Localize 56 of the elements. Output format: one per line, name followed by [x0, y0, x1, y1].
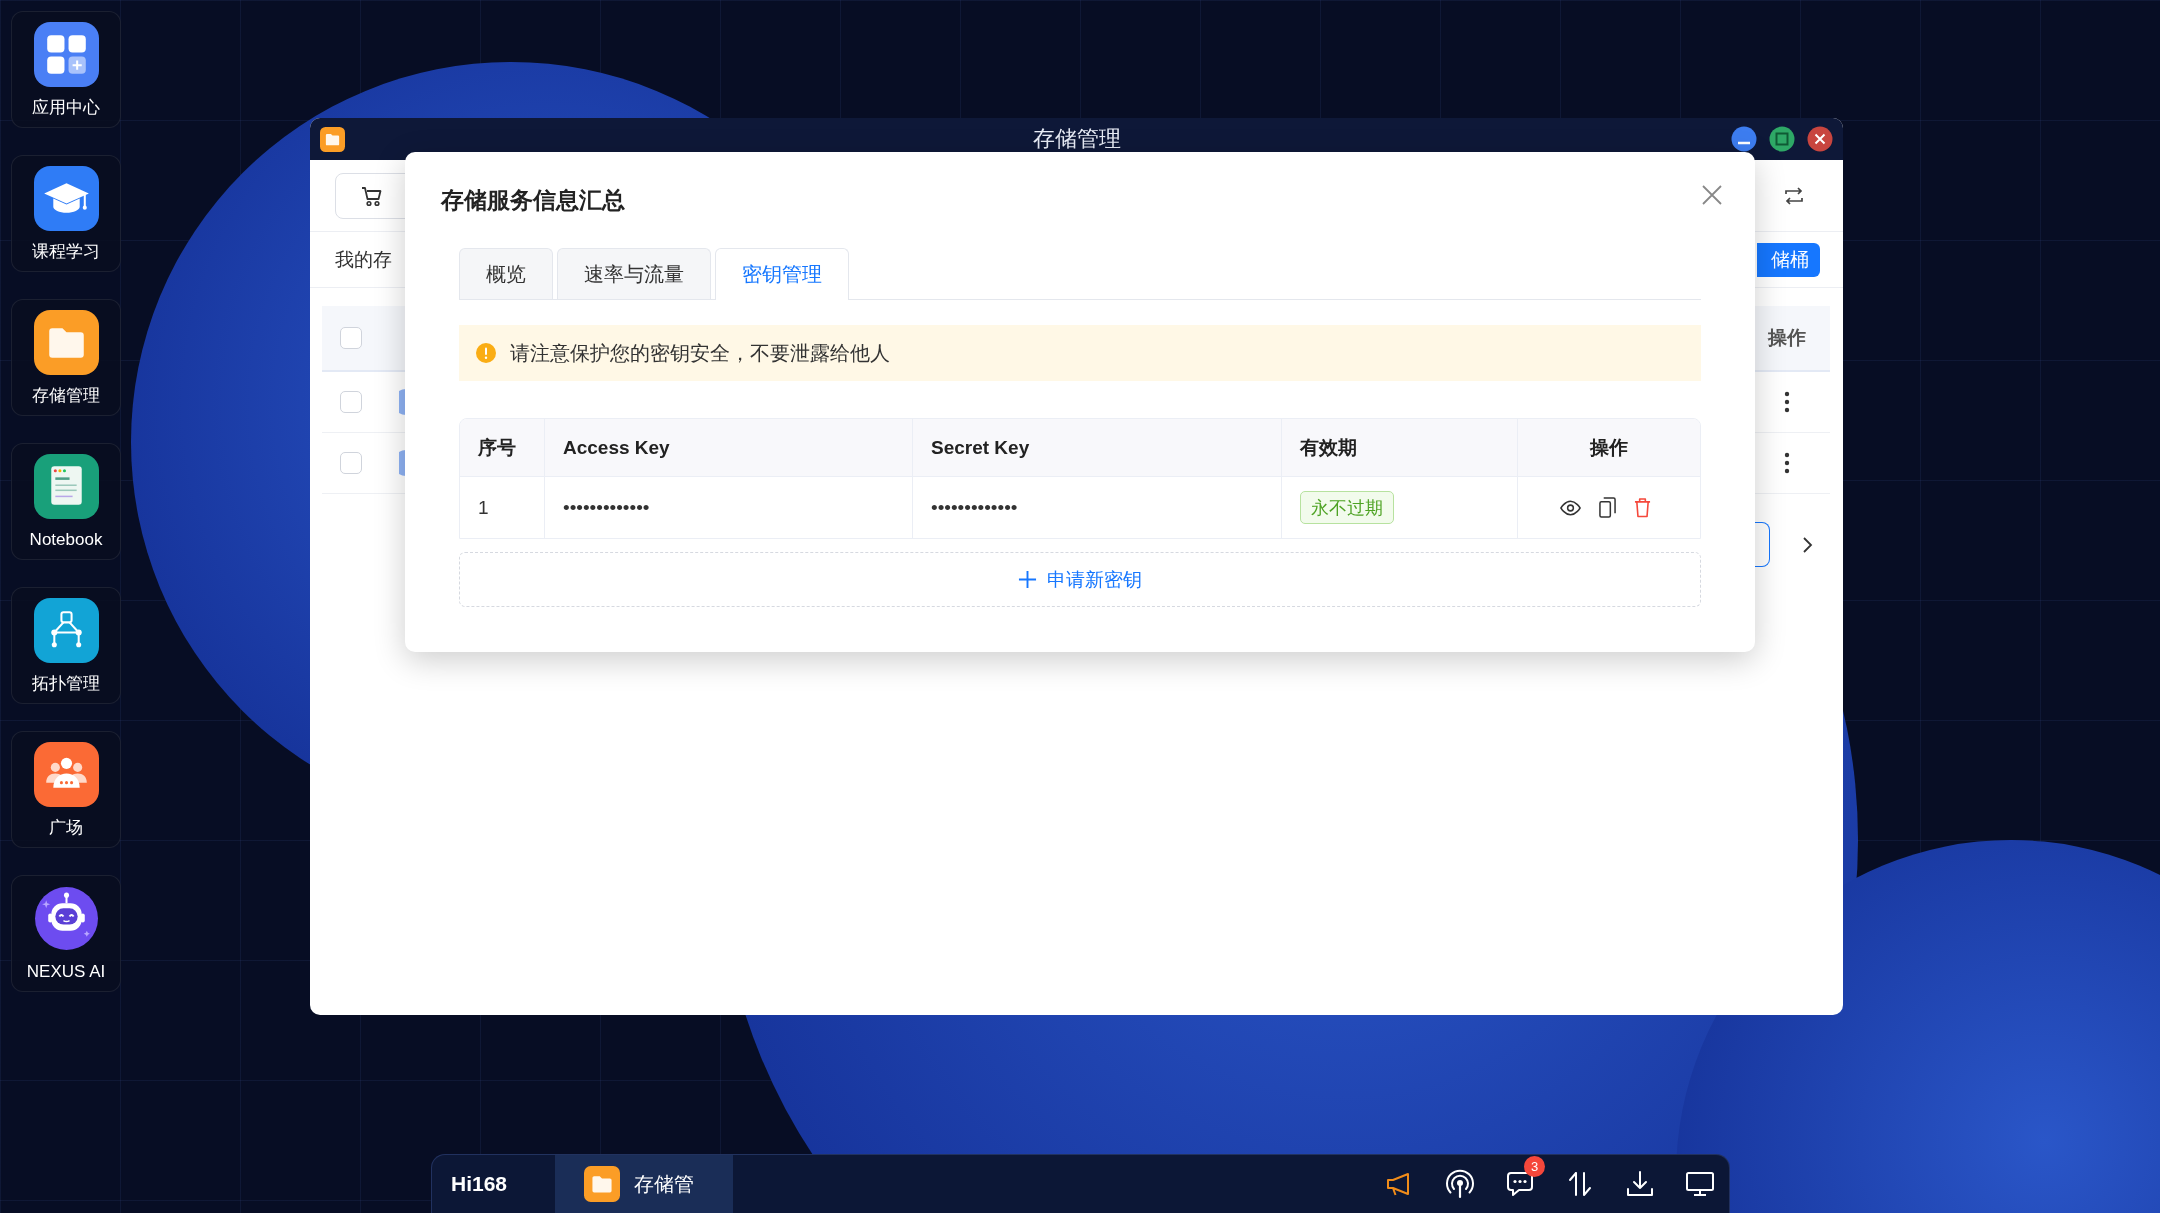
maximize-button[interactable] [1769, 126, 1795, 152]
warning-icon [476, 343, 496, 363]
status-tag: 永不过期 [1300, 491, 1394, 524]
table-cell: ••••••••••••• [545, 477, 913, 538]
chat-icon[interactable] [1505, 1169, 1535, 1199]
dock-item[interactable]: Notebook [11, 443, 121, 560]
add-key-button[interactable]: 申请新密钥 [459, 552, 1701, 607]
people-icon [33, 742, 99, 807]
section-title: 我的存 [335, 247, 392, 272]
plus-icon [1018, 570, 1037, 589]
monitor-icon[interactable] [1685, 1169, 1715, 1199]
column-header: 操作 [1588, 435, 1629, 460]
copy-icon[interactable] [1598, 497, 1616, 518]
broadcast-icon[interactable] [1445, 1169, 1475, 1199]
close-button[interactable] [1807, 126, 1833, 152]
tab[interactable]: 密钥管理 [715, 248, 849, 300]
bucket-button[interactable]: 储桶 [1757, 242, 1820, 277]
more-icon[interactable] [1784, 451, 1790, 475]
checkbox[interactable] [340, 452, 362, 474]
folder-icon [584, 1166, 620, 1202]
dialog-title: 存储服务信息汇总 [441, 185, 625, 215]
folder-icon [320, 126, 345, 152]
folder-icon [33, 310, 99, 375]
dock-item[interactable]: 存储管理 [11, 299, 121, 416]
tab[interactable]: 概览 [459, 248, 553, 299]
taskbar-app[interactable]: 存储管 [555, 1155, 733, 1213]
checkbox[interactable] [340, 391, 362, 413]
column-header: 有效期 [1282, 419, 1518, 476]
tab[interactable]: 速率与流量 [557, 248, 711, 299]
checkbox[interactable] [340, 327, 362, 349]
robot-icon [33, 886, 99, 951]
brand-label: Hi168 [450, 1171, 509, 1197]
eye-icon[interactable] [1559, 499, 1581, 516]
trash-icon[interactable] [1633, 497, 1651, 518]
minimize-button[interactable] [1731, 126, 1757, 152]
download-icon[interactable] [1625, 1169, 1655, 1199]
dock-item[interactable]: 拓扑管理 [11, 587, 121, 704]
window-title: 存储管理 [1032, 125, 1121, 153]
dock-item[interactable]: 应用中心 [11, 11, 121, 128]
notification-badge: 3 [1524, 1156, 1545, 1177]
close-icon[interactable] [1701, 184, 1723, 206]
more-icon[interactable] [1784, 390, 1790, 414]
notebook-icon [33, 454, 99, 519]
app-grid-icon [33, 22, 99, 87]
column-header: Access Key [545, 419, 913, 476]
dock-item[interactable]: 课程学习 [11, 155, 121, 272]
column-header: Secret Key [913, 419, 1282, 476]
table-cell: ••••••••••••• [913, 477, 1282, 538]
dock-item[interactable]: NEXUS AI [11, 875, 121, 992]
table-cell: 1 [460, 477, 545, 538]
network-icon [33, 598, 99, 663]
dock-item[interactable]: 广场 [11, 731, 121, 848]
column-header: 操作 [1766, 326, 1807, 350]
graduation-cap-icon [33, 166, 99, 231]
column-header: 序号 [460, 419, 545, 476]
alert-text: 请注意保护您的密钥安全，不要泄露给他人 [510, 340, 890, 366]
